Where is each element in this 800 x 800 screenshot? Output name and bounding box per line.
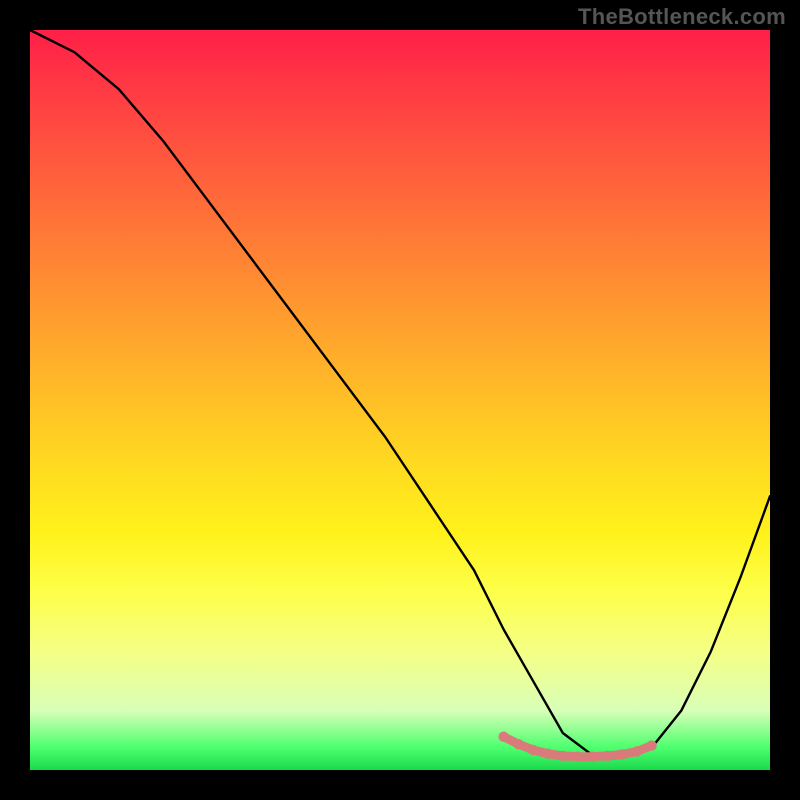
- optimal-zone-dots: [498, 732, 656, 762]
- plot-area: [30, 30, 770, 770]
- curve-layer: [30, 30, 770, 770]
- watermark-text: TheBottleneck.com: [578, 4, 786, 30]
- bottleneck-curve-path: [30, 30, 770, 755]
- chart-frame: TheBottleneck.com: [0, 0, 800, 800]
